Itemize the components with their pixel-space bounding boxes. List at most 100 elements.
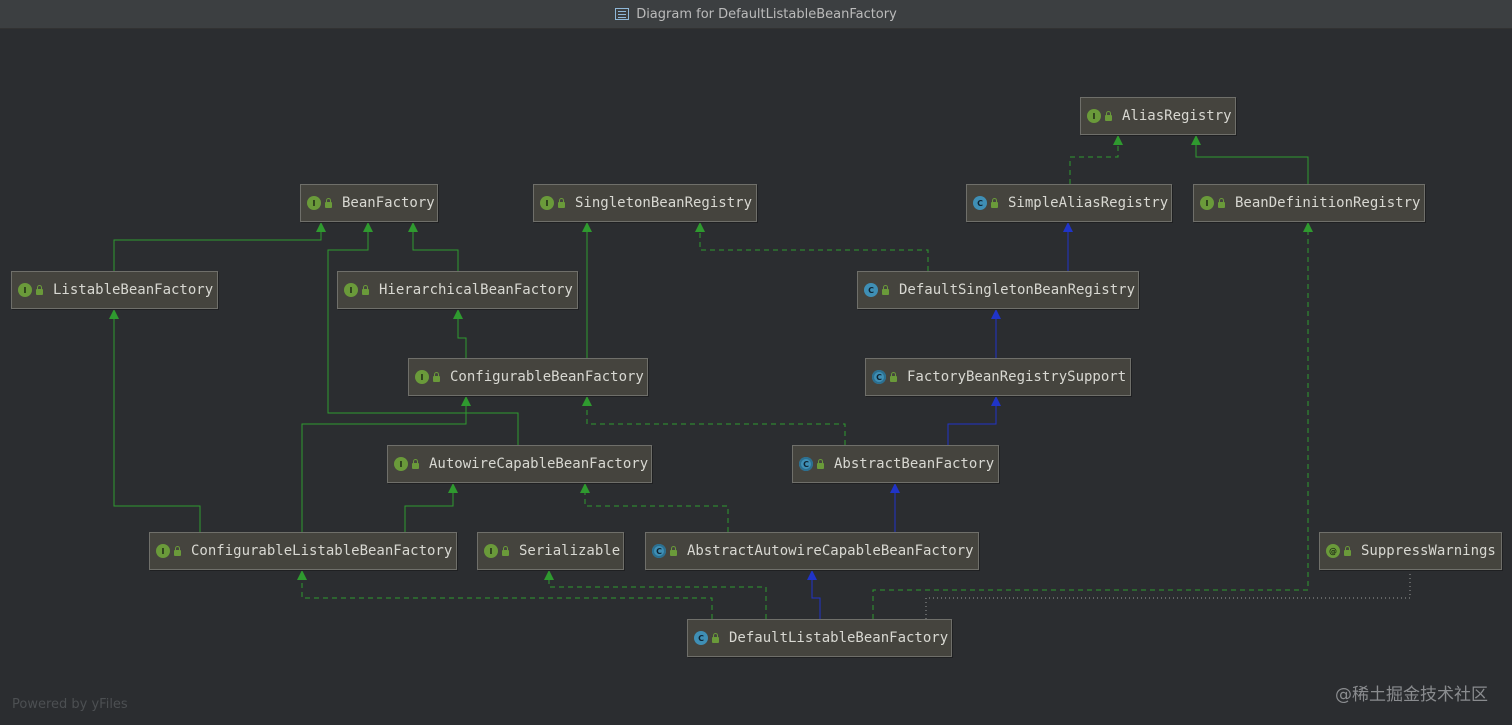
- edge-implements: [695, 222, 929, 271]
- edge-extends: [947, 396, 1001, 445]
- arrow-head-icon: [1191, 135, 1201, 145]
- edge-implements: [580, 483, 729, 532]
- class-badge-icon: C: [864, 283, 878, 297]
- node-configurable-listable-bean-factory[interactable]: I ConfigurableListableBeanFactory: [149, 532, 457, 570]
- public-lock-icon: [1105, 110, 1112, 121]
- node-label: DefaultListableBeanFactory: [729, 630, 949, 646]
- arrow-head-icon: [1303, 222, 1313, 232]
- node-hierarchical-bean-factory[interactable]: I HierarchicalBeanFactory: [337, 271, 578, 309]
- edge-annotation: [925, 570, 1411, 619]
- edge-implements: [544, 570, 767, 619]
- public-lock-icon: [890, 371, 897, 382]
- node-label: ListableBeanFactory: [53, 282, 214, 298]
- public-lock-icon: [558, 197, 565, 208]
- node-label: BeanDefinitionRegistry: [1235, 195, 1421, 211]
- node-label: BeanFactory: [342, 195, 435, 211]
- arrow-head-icon: [297, 570, 307, 580]
- diagram-window: Diagram for DefaultListableBeanFactory P…: [0, 0, 1512, 725]
- edge-extends-interface: [109, 309, 201, 532]
- node-factory-bean-registry-support[interactable]: C FactoryBeanRegistrySupport: [865, 358, 1131, 396]
- interface-badge-icon: I: [1200, 196, 1214, 210]
- node-listable-bean-factory[interactable]: I ListableBeanFactory: [11, 271, 218, 309]
- public-lock-icon: [362, 284, 369, 295]
- node-autowire-capable-bean-factory[interactable]: I AutowireCapableBeanFactory: [387, 445, 652, 483]
- interface-badge-icon: I: [307, 196, 321, 210]
- arrow-head-icon: [363, 222, 373, 232]
- node-simple-alias-registry[interactable]: C SimpleAliasRegistry: [966, 184, 1172, 222]
- arrow-head-icon: [1063, 222, 1073, 232]
- node-abstract-bean-factory[interactable]: C AbstractBeanFactory: [792, 445, 999, 483]
- node-label: AbstractBeanFactory: [834, 456, 995, 472]
- arrow-head-icon: [544, 570, 554, 580]
- interface-badge-icon: I: [484, 544, 498, 558]
- arrow-head-icon: [580, 483, 590, 493]
- annotation-badge-icon: @: [1326, 544, 1340, 558]
- interface-badge-icon: I: [156, 544, 170, 558]
- public-lock-icon: [36, 284, 43, 295]
- arrow-head-icon: [991, 309, 1001, 319]
- public-lock-icon: [817, 458, 824, 469]
- arrow-head-icon: [890, 483, 900, 493]
- edge-extends-interface: [404, 483, 458, 532]
- arrow-head-icon: [448, 483, 458, 493]
- abstract-badge-icon: C: [872, 370, 886, 384]
- public-lock-icon: [991, 197, 998, 208]
- edge-implements: [582, 396, 846, 445]
- public-lock-icon: [882, 284, 889, 295]
- public-lock-icon: [412, 458, 419, 469]
- node-label: ConfigurableListableBeanFactory: [191, 543, 453, 559]
- node-bean-factory[interactable]: I BeanFactory: [300, 184, 438, 222]
- node-label: Serializable: [519, 543, 621, 559]
- public-lock-icon: [1344, 545, 1351, 556]
- interface-badge-icon: I: [394, 457, 408, 471]
- node-label: AutowireCapableBeanFactory: [429, 456, 649, 472]
- node-label: ConfigurableBeanFactory: [450, 369, 644, 385]
- edge-extends: [807, 570, 821, 619]
- node-label: SimpleAliasRegistry: [1008, 195, 1169, 211]
- edge-extends: [991, 309, 1001, 358]
- interface-badge-icon: I: [540, 196, 554, 210]
- arrow-head-icon: [1113, 135, 1123, 145]
- interface-badge-icon: I: [1087, 109, 1101, 123]
- node-serializable[interactable]: I Serializable: [477, 532, 624, 570]
- arrow-head-icon: [695, 222, 705, 232]
- arrow-head-icon: [582, 396, 592, 406]
- class-badge-icon: C: [694, 631, 708, 645]
- node-label: FactoryBeanRegistrySupport: [907, 369, 1127, 385]
- public-lock-icon: [1218, 197, 1225, 208]
- arrow-head-icon: [461, 396, 471, 406]
- node-suppress-warnings[interactable]: @ SuppressWarnings: [1319, 532, 1502, 570]
- arrow-head-icon: [807, 570, 817, 580]
- edge-extends-interface: [408, 222, 459, 271]
- arrow-head-icon: [408, 222, 418, 232]
- node-singleton-bean-registry[interactable]: I SingletonBeanRegistry: [533, 184, 757, 222]
- node-label: HierarchicalBeanFactory: [379, 282, 573, 298]
- interface-badge-icon: I: [415, 370, 429, 384]
- public-lock-icon: [502, 545, 509, 556]
- node-configurable-bean-factory[interactable]: I ConfigurableBeanFactory: [408, 358, 648, 396]
- node-default-listable-bean-factory[interactable]: C DefaultListableBeanFactory: [687, 619, 952, 657]
- node-alias-registry[interactable]: I AliasRegistry: [1080, 97, 1236, 135]
- interface-badge-icon: I: [344, 283, 358, 297]
- edges-layer: [109, 135, 1411, 619]
- node-bean-definition-registry[interactable]: I BeanDefinitionRegistry: [1193, 184, 1425, 222]
- node-label: SuppressWarnings: [1361, 543, 1496, 559]
- node-label: AbstractAutowireCapableBeanFactory: [687, 543, 974, 559]
- abstract-badge-icon: C: [652, 544, 666, 558]
- node-abstract-autowire-capable-bean-factory[interactable]: C AbstractAutowireCapableBeanFactory: [645, 532, 979, 570]
- edge-implements: [297, 570, 713, 619]
- node-default-singleton-bean-registry[interactable]: C DefaultSingletonBeanRegistry: [857, 271, 1139, 309]
- arrow-head-icon: [109, 309, 119, 319]
- public-lock-icon: [174, 545, 181, 556]
- interface-badge-icon: I: [18, 283, 32, 297]
- edge-extends: [1063, 222, 1073, 271]
- node-label: AliasRegistry: [1122, 108, 1232, 124]
- watermark-text: @稀土掘金技术社区: [1335, 685, 1488, 705]
- class-badge-icon: C: [973, 196, 987, 210]
- edge-extends-interface: [113, 222, 326, 271]
- public-lock-icon: [712, 632, 719, 643]
- node-label: DefaultSingletonBeanRegistry: [899, 282, 1136, 298]
- arrow-head-icon: [582, 222, 592, 232]
- edge-extends-interface: [327, 222, 519, 445]
- edge-extends-interface: [582, 222, 592, 358]
